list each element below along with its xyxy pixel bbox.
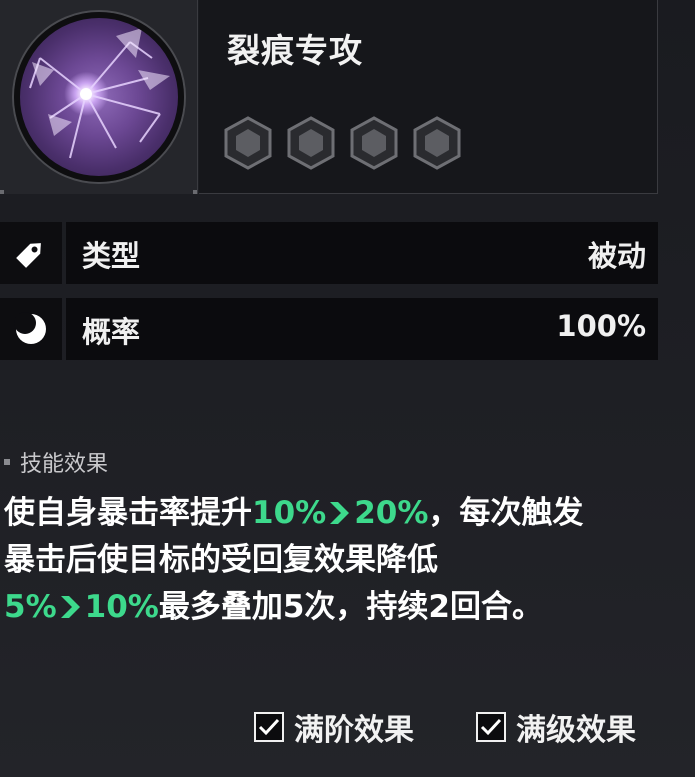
rank-slot-hex-icon: [350, 116, 398, 170]
effect-line-3-suffix: 最多叠加5次，持续2回合。: [158, 589, 543, 625]
effect-line-3: 5% 10%最多叠加5次，持续2回合。: [4, 584, 684, 631]
max-rank-label: 满阶效果: [294, 713, 414, 748]
skill-header-card: 裂痕专攻: [0, 0, 658, 194]
skill-title-panel: 裂痕专攻: [199, 0, 658, 194]
moon-icon: [0, 298, 62, 360]
heading-bullet: [4, 459, 10, 465]
effect-line-2: 暴击后使目标的受回复效果降低: [4, 542, 438, 578]
max-level-checkbox[interactable]: [476, 712, 506, 742]
rank-slot-hex-icon: [287, 116, 335, 170]
skill-title: 裂痕专攻: [227, 31, 363, 70]
upgrade-arrow-icon: [330, 502, 350, 524]
effect-value-to-2: 10%: [84, 589, 159, 625]
effect-heading: 技能效果: [4, 446, 108, 478]
effect-line-1: 使自身暴击率提升10% 20%，每次触发: [4, 490, 684, 537]
info-row-probability-body: 概率 100%: [66, 298, 658, 360]
max-level-label: 满级效果: [516, 713, 636, 748]
effect-value-from: 10%: [252, 495, 327, 531]
probability-value: 100%: [556, 309, 646, 343]
tag-icon: [0, 222, 62, 284]
effect-value-to: 20%: [354, 495, 429, 531]
cracked-orb-icon: [14, 12, 184, 182]
effect-line-1-prefix: 使自身暴击率提升: [4, 495, 252, 531]
effect-description: 使自身暴击率提升10% 20%，每次触发 暴击后使目标的受回复效果降低 5% 10%…: [4, 490, 684, 631]
rank-slots: [223, 116, 462, 170]
probability-label: 概率: [82, 315, 141, 349]
max-level-toggle[interactable]: 满级效果: [476, 705, 636, 749]
checkmark-icon: [258, 718, 280, 736]
info-row-type: 类型 被动: [0, 222, 658, 284]
skill-icon-frame: [0, 0, 198, 194]
effect-value-from-2: 5%: [4, 589, 57, 625]
effect-heading-text: 技能效果: [20, 452, 109, 477]
max-rank-toggle[interactable]: 满阶效果: [254, 705, 414, 749]
rank-slot-hex-icon: [224, 116, 272, 170]
rank-slot-hex-icon: [413, 116, 461, 170]
info-row-type-body: 类型 被动: [66, 222, 658, 284]
max-rank-checkbox[interactable]: [254, 712, 284, 742]
upgrade-arrow-icon: [60, 596, 80, 618]
info-row-probability: 概率 100%: [0, 298, 658, 360]
type-label: 类型: [82, 239, 141, 273]
type-value: 被动: [587, 239, 646, 273]
checkmark-icon: [480, 718, 502, 736]
effect-line-1-suffix: ，每次触发: [428, 495, 584, 531]
